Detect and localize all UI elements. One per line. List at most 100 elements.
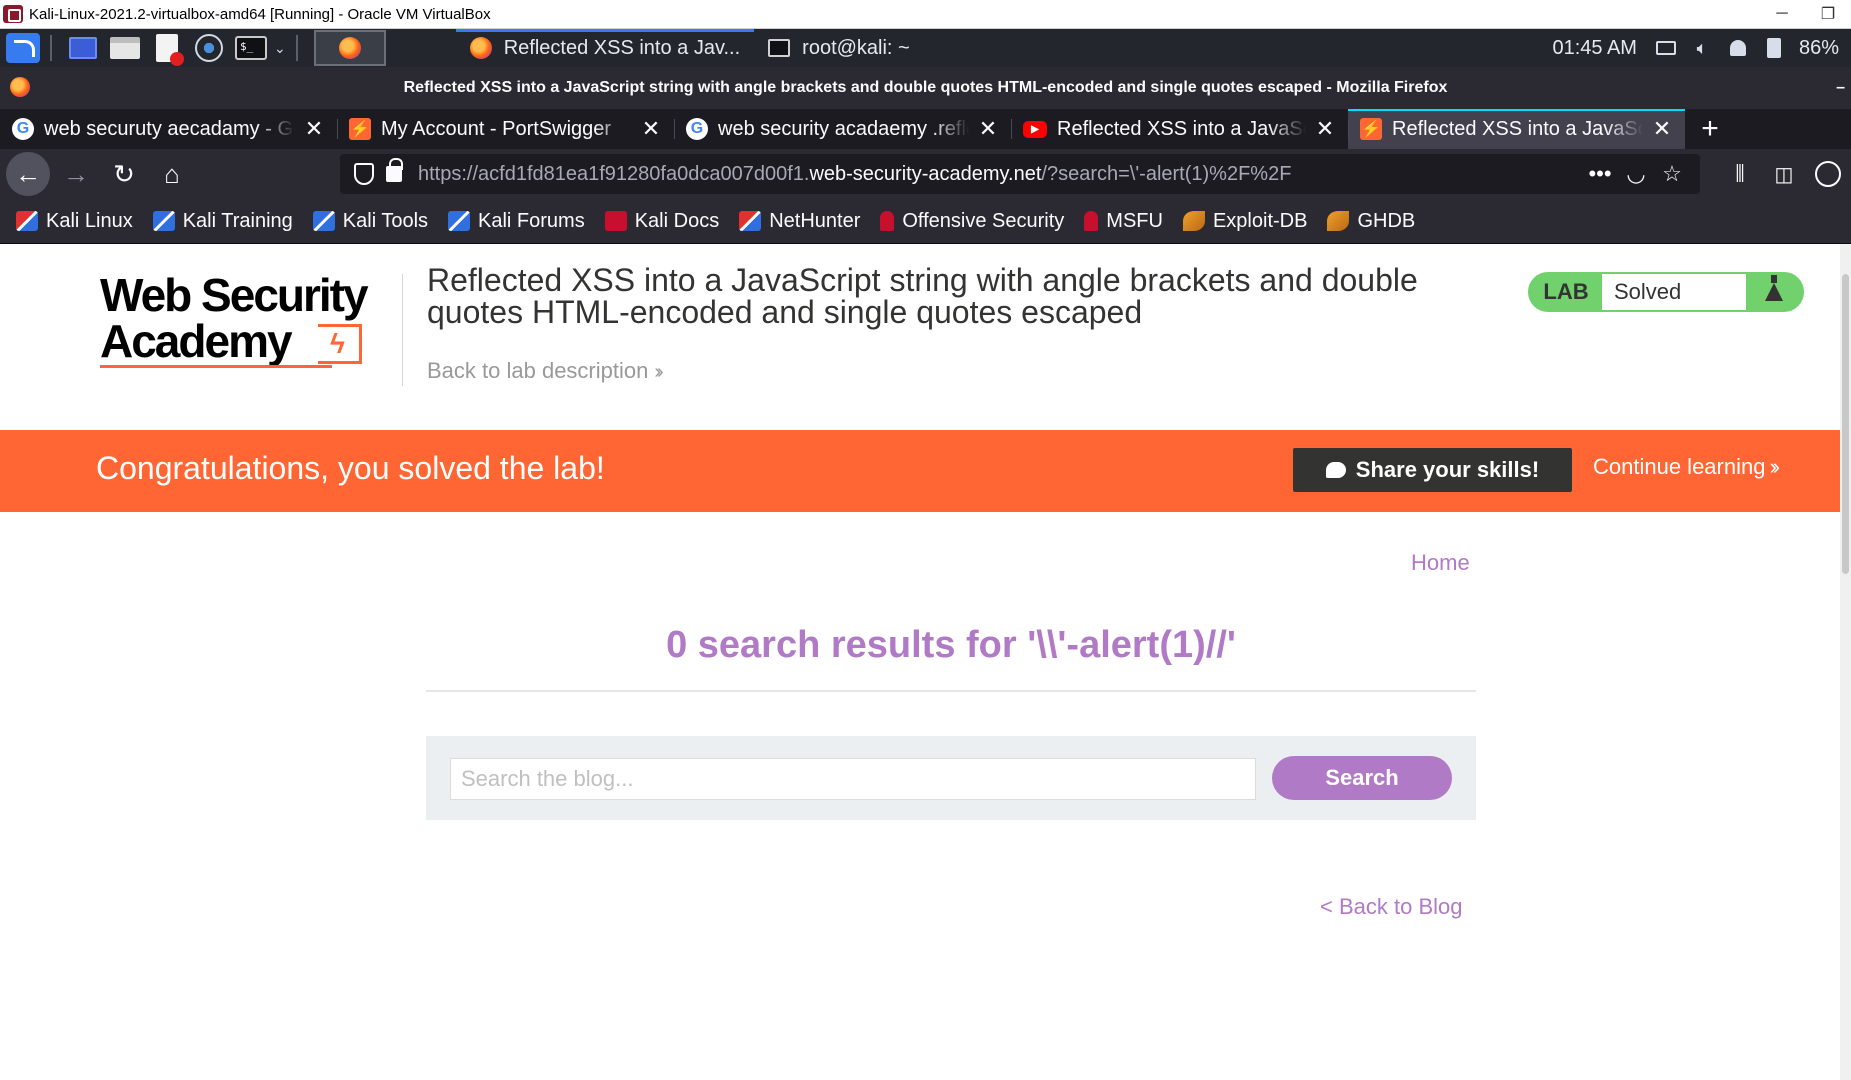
bookmark-kali-tools[interactable]: Kali Tools	[312, 210, 428, 233]
system-tray: 01:45 AM 🔈︎ 86%	[1552, 37, 1851, 60]
url-bar[interactable]: https://acfd1fd81ea1f91280fa0dca007d00f1…	[340, 154, 1700, 194]
display-icon[interactable]	[1655, 37, 1677, 59]
back-to-lab-description-link[interactable]: Back to lab description ››	[427, 358, 664, 384]
double-chevron-right-icon: ››	[1769, 454, 1779, 479]
bookmark-label: MSFU	[1106, 209, 1163, 232]
document-icon	[156, 34, 184, 66]
minimize-button[interactable]: ─	[1759, 0, 1805, 29]
bookmark-label: Kali Docs	[634, 209, 720, 232]
search-button[interactable]: Search	[1272, 756, 1452, 800]
terminal-launcher-button[interactable]: $_	[234, 33, 268, 63]
bookmark-kali-linux[interactable]: Kali Linux	[16, 210, 133, 233]
tab-my-account[interactable]: ⚡ My Account - PortSwigger ✕	[337, 109, 674, 149]
tab-google-search-1[interactable]: G web securuty aecadamy - Go ✕	[0, 109, 337, 149]
panel-separator	[295, 35, 298, 61]
bookmark-label: Offensive Security	[902, 209, 1065, 232]
library-icon[interactable]: ⫼	[1723, 157, 1757, 191]
scrollbar-thumb[interactable]	[1842, 274, 1849, 574]
url-text[interactable]: https://acfd1fd81ea1f91280fa0dca007d00f1…	[418, 163, 1582, 186]
taskbar-terminal-window[interactable]: root@kali: ~	[754, 29, 924, 67]
tab-label: Reflected XSS into a JavaScr	[1392, 117, 1643, 140]
forward-button[interactable]: →	[54, 154, 98, 194]
congratulations-message: Congratulations, you solved the lab!	[96, 450, 605, 486]
continue-label: Continue learning	[1593, 454, 1766, 479]
firefox-titlebar: Reflected XSS into a JavaScript string w…	[0, 67, 1851, 109]
terminal-icon	[768, 39, 791, 57]
home-button[interactable]: ⌂	[150, 154, 194, 194]
bookmark-label: Kali Linux	[46, 209, 133, 232]
bookmark-kali-forums[interactable]: Kali Forums	[448, 210, 585, 233]
toolbar-right: ⫼ ◫	[1723, 149, 1851, 199]
ghdb-icon	[1327, 211, 1350, 231]
virtualbox-window-title: Kali-Linux-2021.2-virtualbox-amd64 [Runn…	[29, 5, 491, 23]
close-tab-icon[interactable]: ✕	[303, 116, 325, 142]
url-host: web-security-academy.net	[809, 162, 1042, 185]
lab-status-badge: LAB Solved	[1528, 272, 1804, 312]
bookmark-msfu[interactable]: MSFU	[1084, 210, 1163, 233]
close-tab-icon[interactable]: ✕	[640, 116, 662, 142]
taskbar-firefox-window[interactable]: Reflected XSS into a Jav...	[455, 29, 755, 67]
account-icon[interactable]	[1811, 157, 1845, 191]
chevron-down-icon[interactable]: ⌄	[274, 40, 286, 57]
restore-button[interactable]: ❐	[1805, 0, 1851, 29]
globe-icon	[195, 34, 223, 62]
bookmark-label: Exploit-DB	[1212, 209, 1308, 232]
bookmark-nethunter[interactable]: NetHunter	[739, 210, 860, 233]
firefox-launcher-button[interactable]	[313, 30, 386, 66]
tab-google-search-2[interactable]: G web security acadaemy .reflect ✕	[674, 109, 1011, 149]
lock-icon[interactable]	[386, 158, 403, 182]
share-label: Share your skills!	[1355, 457, 1540, 482]
share-skills-button[interactable]: Share your skills!	[1293, 448, 1572, 492]
new-tab-button[interactable]: +	[1685, 109, 1735, 149]
volume-icon[interactable]: 🔈︎	[1691, 37, 1713, 59]
tab-label: My Account - PortSwigger	[381, 117, 612, 140]
battery-icon[interactable]	[1763, 37, 1785, 59]
page-actions-icon[interactable]: •••	[1582, 161, 1618, 187]
kali-forums-icon	[448, 211, 471, 231]
sidebar-icon[interactable]: ◫	[1767, 157, 1801, 191]
text-editor-button[interactable]	[150, 33, 184, 66]
back-button[interactable]: ←	[6, 152, 50, 196]
clock[interactable]: 01:45 AM	[1552, 37, 1637, 60]
bookmark-ghdb[interactable]: GHDB	[1327, 210, 1415, 233]
notification-bell-icon[interactable]	[1727, 37, 1749, 59]
close-tab-icon[interactable]: ✕	[1651, 116, 1673, 142]
tracking-shield-icon[interactable]	[354, 163, 374, 185]
twitter-icon	[1325, 462, 1346, 478]
results-divider	[426, 690, 1476, 692]
close-tab-icon[interactable]: ✕	[1314, 116, 1336, 142]
bookmark-label: NetHunter	[769, 209, 861, 232]
bookmark-kali-docs[interactable]: Kali Docs	[604, 209, 720, 233]
continue-learning-link[interactable]: Continue learning ››	[1593, 454, 1780, 480]
tab-lab-active[interactable]: ⚡ Reflected XSS into a JavaScr ✕	[1348, 109, 1685, 149]
back-to-blog-link[interactable]: < Back to Blog	[1320, 894, 1462, 920]
tab-label: Reflected XSS into a JavaSc	[1057, 117, 1306, 140]
offsec-icon	[880, 211, 895, 231]
kali-menu-icon[interactable]	[6, 33, 40, 63]
home-link[interactable]: Home	[1411, 550, 1470, 576]
header-divider	[402, 274, 403, 386]
terminal-icon: $_	[235, 36, 267, 60]
bookmark-star-icon[interactable]: ☆	[1654, 161, 1690, 187]
page-scrollbar[interactable]	[1840, 244, 1851, 1080]
pocket-icon[interactable]: ◡	[1618, 161, 1654, 187]
bookmark-label: Kali Forums	[478, 209, 585, 232]
bookmark-kali-training[interactable]: Kali Training	[152, 210, 293, 233]
browser-launcher-button[interactable]	[192, 33, 226, 63]
firefox-icon	[10, 77, 30, 97]
kali-panel: $_ ⌄ Reflected XSS into a Jav... root@ka…	[0, 29, 1851, 67]
workspace-button[interactable]	[66, 33, 100, 63]
congratulations-banner: Congratulations, you solved the lab! Sha…	[0, 430, 1840, 512]
minimize-button[interactable]: –	[1836, 79, 1845, 97]
tab-youtube-video[interactable]: ▶ Reflected XSS into a JavaSc ✕	[1011, 109, 1348, 149]
lab-header: Web Security Academy ϟ Reflected XSS int…	[0, 244, 1840, 430]
reload-button[interactable]: ↻	[102, 154, 146, 194]
bookmark-exploit-db[interactable]: Exploit-DB	[1182, 209, 1308, 233]
logo-underline	[100, 365, 332, 368]
file-manager-button[interactable]	[108, 33, 142, 63]
close-tab-icon[interactable]: ✕	[977, 116, 999, 142]
web-security-academy-logo[interactable]: Web Security Academy ϟ	[100, 272, 400, 372]
lightning-bolt-icon: ϟ	[330, 328, 345, 359]
search-input[interactable]	[450, 758, 1256, 800]
bookmark-offensive-security[interactable]: Offensive Security	[880, 210, 1064, 233]
